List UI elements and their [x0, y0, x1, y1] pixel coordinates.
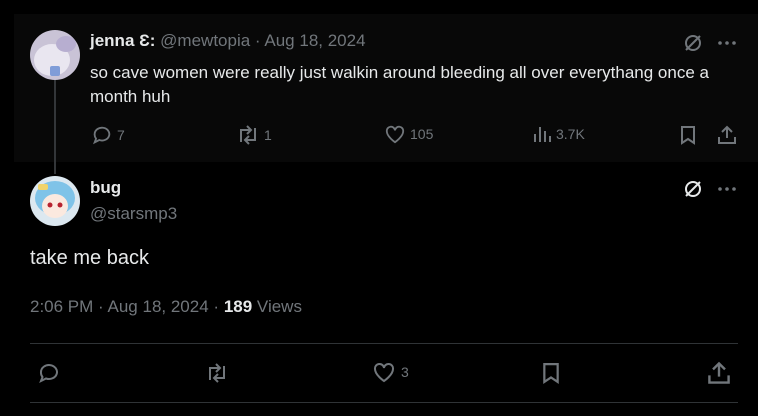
parent-more-icon[interactable] [716, 32, 738, 54]
thread-line [54, 80, 56, 174]
main-date[interactable]: Aug 18, 2024 [108, 297, 209, 316]
parent-handle[interactable]: @mewtopia [160, 31, 250, 50]
main-views-label: Views [256, 297, 302, 316]
main-separator-1: · [98, 297, 104, 316]
parent-display-name[interactable]: jenna Ɛ: [90, 31, 155, 50]
parent-views-button[interactable]: 3.7K [532, 124, 585, 144]
parent-separator: · [254, 31, 261, 50]
main-post-text: take me back [30, 247, 149, 269]
main-share-icon[interactable] [706, 360, 732, 386]
main-reply-icon[interactable] [36, 360, 62, 386]
main-more-icon[interactable] [716, 178, 738, 200]
parent-reply-count: 7 [117, 127, 125, 143]
parent-repost-count: 1 [264, 127, 272, 143]
parent-post-text: so cave women were really just walkin ar… [90, 63, 709, 106]
like-icon [374, 362, 394, 383]
parent-repost-button[interactable]: 1 [236, 124, 272, 146]
divider-top [30, 343, 738, 344]
parent-like-count: 105 [410, 126, 434, 142]
parent-bookmark-icon[interactable] [677, 124, 699, 146]
parent-avatar[interactable] [30, 30, 80, 80]
parent-share-icon[interactable] [716, 124, 738, 146]
parent-grok-icon[interactable] [682, 32, 704, 54]
main-grok-icon[interactable] [682, 178, 704, 200]
parent-header: jenna Ɛ: @mewtopia · Aug 18, 2024 [90, 31, 366, 51]
parent-date[interactable]: Aug 18, 2024 [264, 31, 365, 50]
main-time[interactable]: 2:06 PM [30, 297, 93, 316]
main-avatar[interactable] [30, 176, 80, 226]
main-bookmark-icon[interactable] [539, 360, 563, 386]
main-like-count: 3 [401, 364, 409, 380]
main-views-count: 189 [223, 297, 253, 316]
like-icon [385, 125, 405, 144]
repost-icon [240, 125, 256, 145]
parent-like-button[interactable]: 105 [384, 124, 433, 144]
reply-icon [92, 126, 111, 145]
divider-bottom [30, 402, 738, 403]
main-handle[interactable]: @starsmp3 [90, 204, 177, 224]
main-post-meta: 2:06 PM · Aug 18, 2024 · 189 Views [30, 297, 302, 317]
main-display-name[interactable]: bug [90, 178, 121, 198]
views-icon [534, 127, 551, 142]
main-repost-icon[interactable] [203, 360, 231, 386]
main-separator-2: · [213, 297, 220, 316]
parent-views-count: 3.7K [556, 126, 585, 142]
parent-reply-button[interactable]: 7 [91, 124, 125, 146]
main-like-button[interactable]: 3 [371, 361, 409, 383]
